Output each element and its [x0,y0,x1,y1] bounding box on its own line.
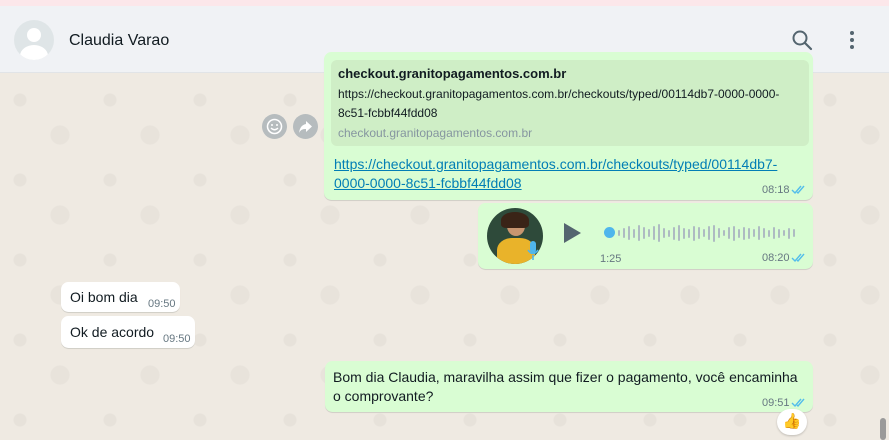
waveform-bar [743,226,745,240]
waveform-bar [758,226,760,240]
audio-seek-handle[interactable] [604,227,615,238]
message-time: 09:50 [163,333,191,345]
link-preview-domain: checkout.granitopagamentos.com.br [338,126,533,140]
waveform-bar [693,225,695,241]
waveform-bar [643,227,645,239]
waveform-bar [658,224,660,242]
waveform-bar [768,229,770,237]
waveform-bar [783,230,785,236]
read-ticks-icon [791,253,805,263]
waveform-bar [623,228,625,238]
waveform-bar [793,229,795,237]
waveform-bar [738,228,740,238]
react-emoji-button[interactable] [262,114,287,139]
waveform-bar [788,227,790,239]
waveform-bar [638,225,640,241]
smiley-icon [266,118,283,135]
kebab-menu-icon[interactable] [840,28,864,52]
read-ticks-icon [791,185,805,195]
waveform-bar [703,229,705,237]
message-time: 08:20 [762,252,790,264]
link-preview-card[interactable]: checkout.granitopagamentos.com.br https:… [331,60,809,146]
search-icon[interactable] [790,28,814,52]
message-link[interactable]: https://checkout.granitopagamentos.com.b… [334,155,804,193]
waveform-bar [723,230,725,236]
message-text: Oi bom dia [70,289,138,305]
waveform-bar [688,228,690,238]
microphone-icon [527,241,539,260]
waveform-bar [748,227,750,239]
waveform-bar [718,228,720,238]
waveform-bar [628,226,630,240]
waveform-bar [763,228,765,238]
waveform-bar [773,227,775,239]
message-text: Bom dia Claudia, maravilha assim que fiz… [333,369,798,404]
contact-name[interactable]: Claudia Varao [69,32,169,50]
message-time: 08:18 [762,184,790,196]
message-time: 09:51 [762,397,790,409]
waveform-bar [648,229,650,237]
waveform-bar [673,226,675,240]
waveform-bar [683,227,685,239]
reaction-badge[interactable]: 👍 [777,409,807,435]
waveform-bar [633,228,635,238]
forward-button[interactable] [293,114,318,139]
waveform-bar [733,225,735,241]
play-icon[interactable] [561,221,583,245]
waveform-bar [753,229,755,237]
link-preview-title: checkout.granitopagamentos.com.br [338,66,567,81]
waveform-bar [678,225,680,241]
scrollbar-thumb[interactable] [880,418,886,440]
link-preview-description: https://checkout.granitopagamentos.com.b… [338,87,780,120]
message-text: Ok de acordo [70,324,155,340]
waveform-bar [728,227,730,239]
read-ticks-icon [791,398,805,408]
waveform-bar [708,226,710,240]
waveform-bar [668,229,670,237]
waveform-bar [778,228,780,238]
waveform-bar [713,224,715,242]
contact-avatar[interactable] [14,20,54,60]
waveform-bar [663,228,665,238]
waveform-bar [618,230,620,236]
waveform-bar [698,227,700,239]
audio-waveform[interactable] [604,222,795,244]
waveform-bar [653,226,655,240]
forward-icon [299,121,312,133]
voice-duration: 1:25 [600,253,622,265]
message-time: 09:50 [148,298,176,310]
